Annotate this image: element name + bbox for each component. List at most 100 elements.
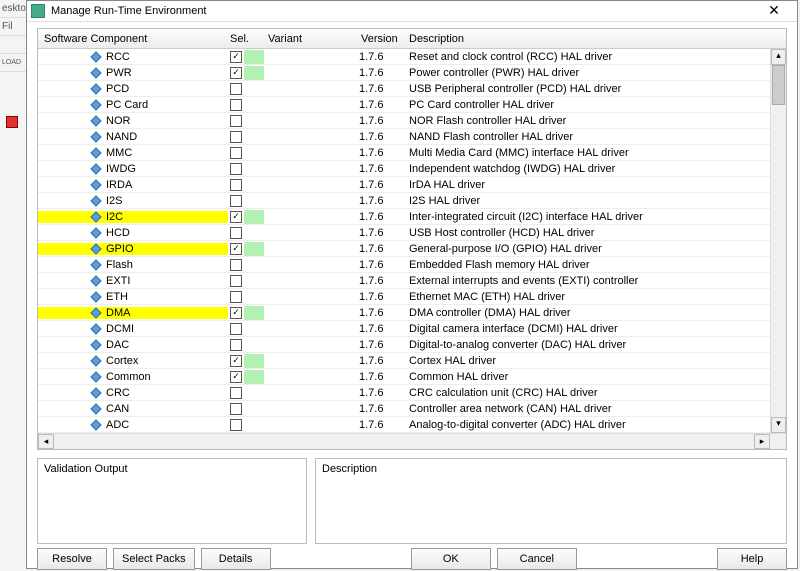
component-cell[interactable]: MMC — [38, 147, 228, 159]
table-row[interactable]: PCD1.7.6USB Peripheral controller (PCD) … — [38, 81, 770, 97]
table-row[interactable]: PC Card1.7.6PC Card controller HAL drive… — [38, 97, 770, 113]
component-cell[interactable]: I2S — [38, 195, 228, 207]
select-checkbox[interactable] — [230, 259, 242, 271]
status-indicator — [244, 162, 264, 176]
select-checkbox[interactable] — [230, 243, 242, 255]
select-checkbox[interactable] — [230, 131, 242, 143]
component-cell[interactable]: I2C — [38, 211, 228, 223]
component-cell[interactable]: PWR — [38, 67, 228, 79]
component-cell[interactable]: Common — [38, 371, 228, 383]
table-row[interactable]: CRC1.7.6CRC calculation unit (CRC) HAL d… — [38, 385, 770, 401]
table-row[interactable]: ETH1.7.6Ethernet MAC (ETH) HAL driver — [38, 289, 770, 305]
select-checkbox[interactable] — [230, 195, 242, 207]
scroll-right-arrow-icon[interactable]: ▸ — [754, 434, 770, 449]
table-row[interactable]: Common1.7.6Common HAL driver — [38, 369, 770, 385]
table-row[interactable]: MMC1.7.6Multi Media Card (MMC) interface… — [38, 145, 770, 161]
vertical-scrollbar[interactable]: ▴ ▾ — [770, 49, 786, 433]
table-row[interactable]: DMA1.7.6DMA controller (DMA) HAL driver — [38, 305, 770, 321]
select-checkbox[interactable] — [230, 371, 242, 383]
close-button[interactable]: ✕ — [755, 1, 793, 21]
scroll-thumb[interactable] — [772, 65, 785, 105]
table-row[interactable]: PWR1.7.6Power controller (PWR) HAL drive… — [38, 65, 770, 81]
select-checkbox[interactable] — [230, 291, 242, 303]
table-row[interactable]: GPIO1.7.6General-purpose I/O (GPIO) HAL … — [38, 241, 770, 257]
component-cell[interactable]: DCMI — [38, 323, 228, 335]
select-checkbox[interactable] — [230, 67, 242, 79]
component-cell[interactable]: EXTI — [38, 275, 228, 287]
table-row[interactable]: ADC1.7.6Analog-to-digital converter (ADC… — [38, 417, 770, 433]
component-cell[interactable]: Cortex — [38, 355, 228, 367]
component-cell[interactable]: ETH — [38, 291, 228, 303]
table-row[interactable]: DAC1.7.6Digital-to-analog converter (DAC… — [38, 337, 770, 353]
table-row[interactable]: I2S1.7.6I2S HAL driver — [38, 193, 770, 209]
select-packs-button[interactable]: Select Packs — [113, 548, 195, 570]
col-header-component[interactable]: Software Component — [38, 33, 228, 45]
cancel-button[interactable]: Cancel — [497, 548, 577, 570]
select-checkbox[interactable] — [230, 163, 242, 175]
select-checkbox[interactable] — [230, 387, 242, 399]
resolve-button[interactable]: Resolve — [37, 548, 107, 570]
select-checkbox[interactable] — [230, 419, 242, 431]
diamond-icon — [90, 291, 101, 302]
component-cell[interactable]: ADC — [38, 419, 228, 431]
select-checkbox[interactable] — [230, 339, 242, 351]
select-checkbox[interactable] — [230, 83, 242, 95]
component-cell[interactable]: IRDA — [38, 179, 228, 191]
component-cell[interactable]: NAND — [38, 131, 228, 143]
select-checkbox[interactable] — [230, 403, 242, 415]
table-row[interactable]: CAN1.7.6Controller area network (CAN) HA… — [38, 401, 770, 417]
component-cell[interactable]: PC Card — [38, 99, 228, 111]
select-checkbox[interactable] — [230, 211, 242, 223]
help-button[interactable]: Help — [717, 548, 787, 570]
diamond-icon — [90, 259, 101, 270]
select-checkbox[interactable] — [230, 307, 242, 319]
scroll-down-arrow-icon[interactable]: ▾ — [771, 417, 786, 433]
table-row[interactable]: RCC1.7.6Reset and clock control (RCC) HA… — [38, 49, 770, 65]
col-header-variant[interactable]: Variant — [264, 33, 359, 45]
select-checkbox[interactable] — [230, 355, 242, 367]
col-header-description[interactable]: Description — [403, 33, 770, 45]
scroll-left-arrow-icon[interactable]: ◂ — [38, 434, 54, 449]
table-row[interactable]: HCD1.7.6USB Host controller (HCD) HAL dr… — [38, 225, 770, 241]
select-checkbox[interactable] — [230, 227, 242, 239]
select-checkbox[interactable] — [230, 179, 242, 191]
select-checkbox[interactable] — [230, 147, 242, 159]
component-cell[interactable]: PCD — [38, 83, 228, 95]
table-row[interactable]: I2C1.7.6Inter-integrated circuit (I2C) i… — [38, 209, 770, 225]
table-row[interactable]: IWDG1.7.6Independent watchdog (IWDG) HAL… — [38, 161, 770, 177]
component-cell[interactable]: DAC — [38, 339, 228, 351]
table-row[interactable]: EXTI1.7.6External interrupts and events … — [38, 273, 770, 289]
select-checkbox[interactable] — [230, 323, 242, 335]
component-cell[interactable]: RCC — [38, 51, 228, 63]
col-header-version[interactable]: Version — [359, 33, 403, 45]
description-cell: Independent watchdog (IWDG) HAL driver — [403, 163, 770, 175]
table-row[interactable]: DCMI1.7.6Digital camera interface (DCMI)… — [38, 321, 770, 337]
ok-button[interactable]: OK — [411, 548, 491, 570]
component-cell[interactable]: HCD — [38, 227, 228, 239]
table-row[interactable]: NAND1.7.6NAND Flash controller HAL drive… — [38, 129, 770, 145]
component-cell[interactable]: NOR — [38, 115, 228, 127]
select-checkbox[interactable] — [230, 51, 242, 63]
table-row[interactable]: Cortex1.7.6Cortex HAL driver — [38, 353, 770, 369]
select-checkbox[interactable] — [230, 115, 242, 127]
table-row[interactable]: Flash1.7.6Embedded Flash memory HAL driv… — [38, 257, 770, 273]
component-cell[interactable]: CAN — [38, 403, 228, 415]
component-cell[interactable]: GPIO — [38, 243, 228, 255]
component-cell[interactable]: IWDG — [38, 163, 228, 175]
select-checkbox[interactable] — [230, 275, 242, 287]
details-button[interactable]: Details — [201, 548, 271, 570]
description-cell: Power controller (PWR) HAL driver — [403, 67, 770, 79]
hscroll-track[interactable] — [54, 434, 754, 449]
table-row[interactable]: IRDA1.7.6IrDA HAL driver — [38, 177, 770, 193]
scroll-up-arrow-icon[interactable]: ▴ — [771, 49, 786, 65]
select-checkbox[interactable] — [230, 99, 242, 111]
col-header-sel[interactable]: Sel. — [228, 33, 264, 45]
table-row[interactable]: NOR1.7.6NOR Flash controller HAL driver — [38, 113, 770, 129]
horizontal-scrollbar[interactable]: ◂ ▸ — [38, 433, 786, 449]
component-cell[interactable]: DMA — [38, 307, 228, 319]
scroll-track[interactable] — [771, 65, 786, 417]
component-name: HCD — [106, 227, 130, 239]
component-cell[interactable]: CRC — [38, 387, 228, 399]
description-cell: I2S HAL driver — [403, 195, 770, 207]
component-cell[interactable]: Flash — [38, 259, 228, 271]
